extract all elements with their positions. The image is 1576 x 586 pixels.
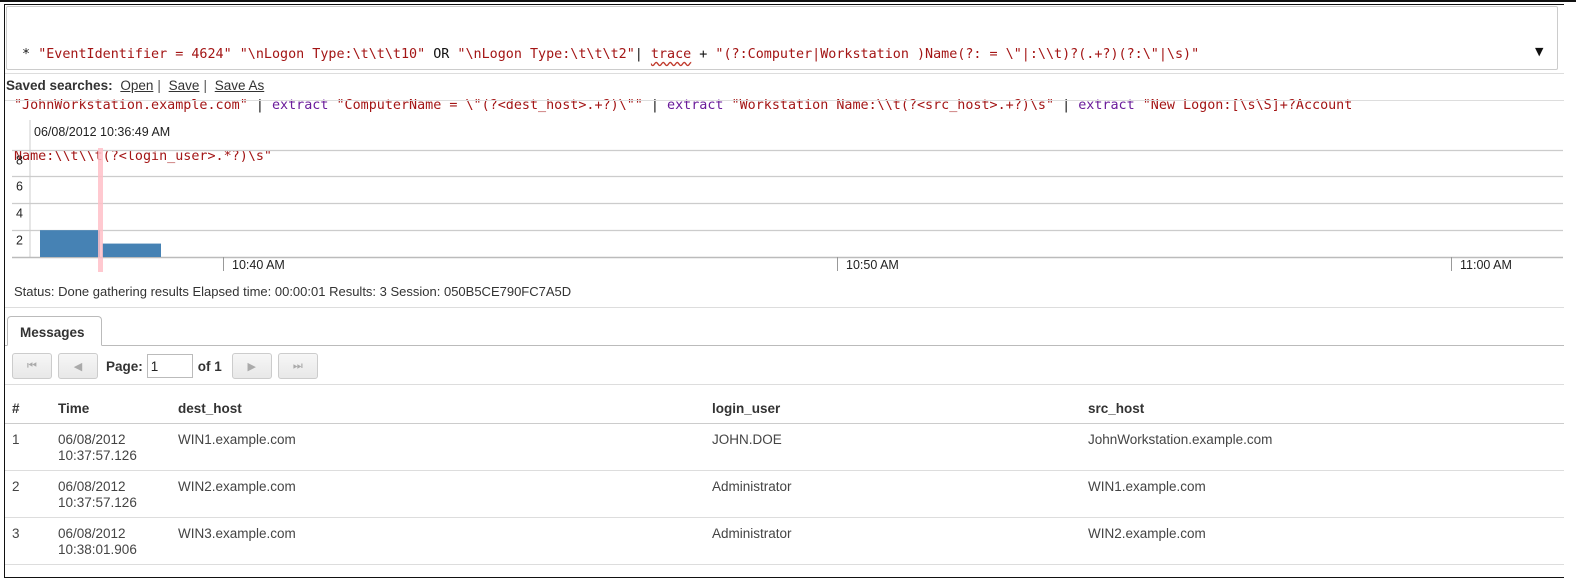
row-timestamp: 10:38:01.906 xyxy=(58,542,137,557)
separator: | xyxy=(203,78,207,93)
histogram-bar xyxy=(102,243,161,257)
row-src-host: JohnWorkstation.example.com xyxy=(1088,423,1564,471)
first-page-button[interactable]: ⏮ xyxy=(12,353,52,379)
table-row[interactable]: 1 06/08/2012 10:37:57.126 WIN1.example.co… xyxy=(5,423,1564,471)
previous-page-button[interactable]: ◀ xyxy=(58,353,98,379)
window-top-border xyxy=(0,0,1576,2)
page-count: of 1 xyxy=(197,358,222,374)
row-src-host: WIN1.example.com xyxy=(1088,470,1564,518)
row-time: 06/08/2012 10:38:01.906 xyxy=(58,517,178,565)
row-login-user: Administrator xyxy=(712,517,1088,565)
timeline-chart-svg[interactable]: 06/08/2012 10:36:49 AM 2 4 6 8 10:40 AM 10:50 … xyxy=(0,110,1576,280)
row-dest-host: WIN1.example.com xyxy=(178,423,712,471)
divider xyxy=(5,307,1564,308)
query-token: "(?:Computer|Workstation )Name(?: = \"|:… xyxy=(715,47,1200,62)
first-page-icon: ⏮ xyxy=(27,359,37,372)
column-header-login-user[interactable]: login_user xyxy=(712,393,1088,424)
previous-page-icon: ◀ xyxy=(73,359,83,373)
next-page-button[interactable]: ▶ xyxy=(231,353,272,379)
save-as-search-link[interactable]: Save As xyxy=(215,78,265,93)
results-table: # Time dest_host login_user src_host 1 0… xyxy=(5,393,1564,565)
row-number: 2 xyxy=(5,470,58,518)
query-token: "\nLogon Type:\t\t\t2" xyxy=(457,47,635,62)
x-tick-label: 10:40 AM xyxy=(232,258,285,272)
table-row[interactable]: 3 06/08/2012 10:38:01.906 WIN3.example.co… xyxy=(5,517,1564,565)
query-token: | xyxy=(634,47,651,62)
save-search-link[interactable]: Save xyxy=(169,78,200,93)
last-page-icon: ⏭ xyxy=(292,359,303,372)
column-header-number[interactable]: # xyxy=(5,393,58,424)
table-header-row: # Time dest_host login_user src_host xyxy=(5,393,1564,424)
divider xyxy=(5,384,1564,385)
search-status: Status: Done gathering results Elapsed t… xyxy=(14,284,572,299)
next-page-icon: ▶ xyxy=(247,359,257,373)
y-tick-label: 2 xyxy=(16,234,23,248)
saved-searches-bar: Saved searches: Open | Save | Save As xyxy=(6,78,268,93)
last-page-button[interactable]: ⏭ xyxy=(277,353,318,379)
row-login-user: Administrator xyxy=(712,470,1088,518)
row-date: 06/08/2012 xyxy=(58,479,126,494)
query-token: "\nLogon Type:\t\t\t10" xyxy=(239,47,426,62)
divider xyxy=(5,73,1564,74)
row-timestamp: 10:37:57.126 xyxy=(58,495,137,510)
column-header-src-host[interactable]: src_host xyxy=(1088,393,1564,424)
row-timestamp: 10:37:57.126 xyxy=(58,448,137,463)
row-dest-host: WIN2.example.com xyxy=(178,470,712,518)
column-header-dest-host[interactable]: dest_host xyxy=(178,393,712,424)
open-saved-search-link[interactable]: Open xyxy=(120,78,153,93)
query-line-1: * "EventIdentifier = 4624" "\nLogon Type… xyxy=(14,46,1557,63)
row-login-user: JOHN.DOE xyxy=(712,423,1088,471)
y-tick-label: 4 xyxy=(16,207,23,221)
row-date: 06/08/2012 xyxy=(58,432,126,447)
query-token: OR xyxy=(425,47,458,62)
query-history-dropdown-icon[interactable]: ▼ xyxy=(1535,46,1547,57)
y-tick-label: 8 xyxy=(16,154,23,168)
query-token: + xyxy=(691,47,716,62)
row-time: 06/08/2012 10:37:57.126 xyxy=(58,470,178,518)
x-tick-label: 11:00 AM xyxy=(1460,258,1512,272)
page-number-input[interactable] xyxy=(146,354,193,378)
row-date: 06/08/2012 xyxy=(58,526,126,541)
row-number: 3 xyxy=(5,517,58,565)
histogram-bar xyxy=(40,230,100,257)
saved-searches-label: Saved searches: xyxy=(6,78,113,93)
tabs-baseline xyxy=(5,345,1564,346)
chart-cursor-label: 06/08/2012 10:36:49 AM xyxy=(34,125,170,139)
tab-messages[interactable]: Messages xyxy=(7,316,102,346)
query-trace-keyword: trace xyxy=(650,47,692,62)
row-dest-host: WIN3.example.com xyxy=(178,517,712,565)
separator: | xyxy=(157,78,161,93)
pagination-bar: ⏮ ◀ Page: of 1 ▶ ⏭ xyxy=(12,353,324,379)
row-time: 06/08/2012 10:37:57.126 xyxy=(58,423,178,471)
page-label: Page: xyxy=(106,358,143,374)
row-src-host: WIN2.example.com xyxy=(1088,517,1564,565)
divider xyxy=(5,100,1564,101)
time-cursor-marker xyxy=(98,148,103,272)
query-token xyxy=(232,47,240,62)
row-number: 1 xyxy=(5,423,58,471)
y-tick-label: 6 xyxy=(16,180,23,194)
query-token: * xyxy=(14,47,39,62)
timeline-histogram[interactable]: 06/08/2012 10:36:49 AM 2 4 6 8 10:40 AM 10:50 … xyxy=(0,110,1576,280)
search-query-input[interactable]: * "EventIdentifier = 4624" "\nLogon Type… xyxy=(6,6,1558,164)
x-tick-label: 10:50 AM xyxy=(846,258,899,272)
column-header-time[interactable]: Time xyxy=(58,393,178,424)
table-row[interactable]: 2 06/08/2012 10:37:57.126 WIN2.example.co… xyxy=(5,470,1564,518)
query-token: "EventIdentifier = 4624" xyxy=(38,47,232,62)
